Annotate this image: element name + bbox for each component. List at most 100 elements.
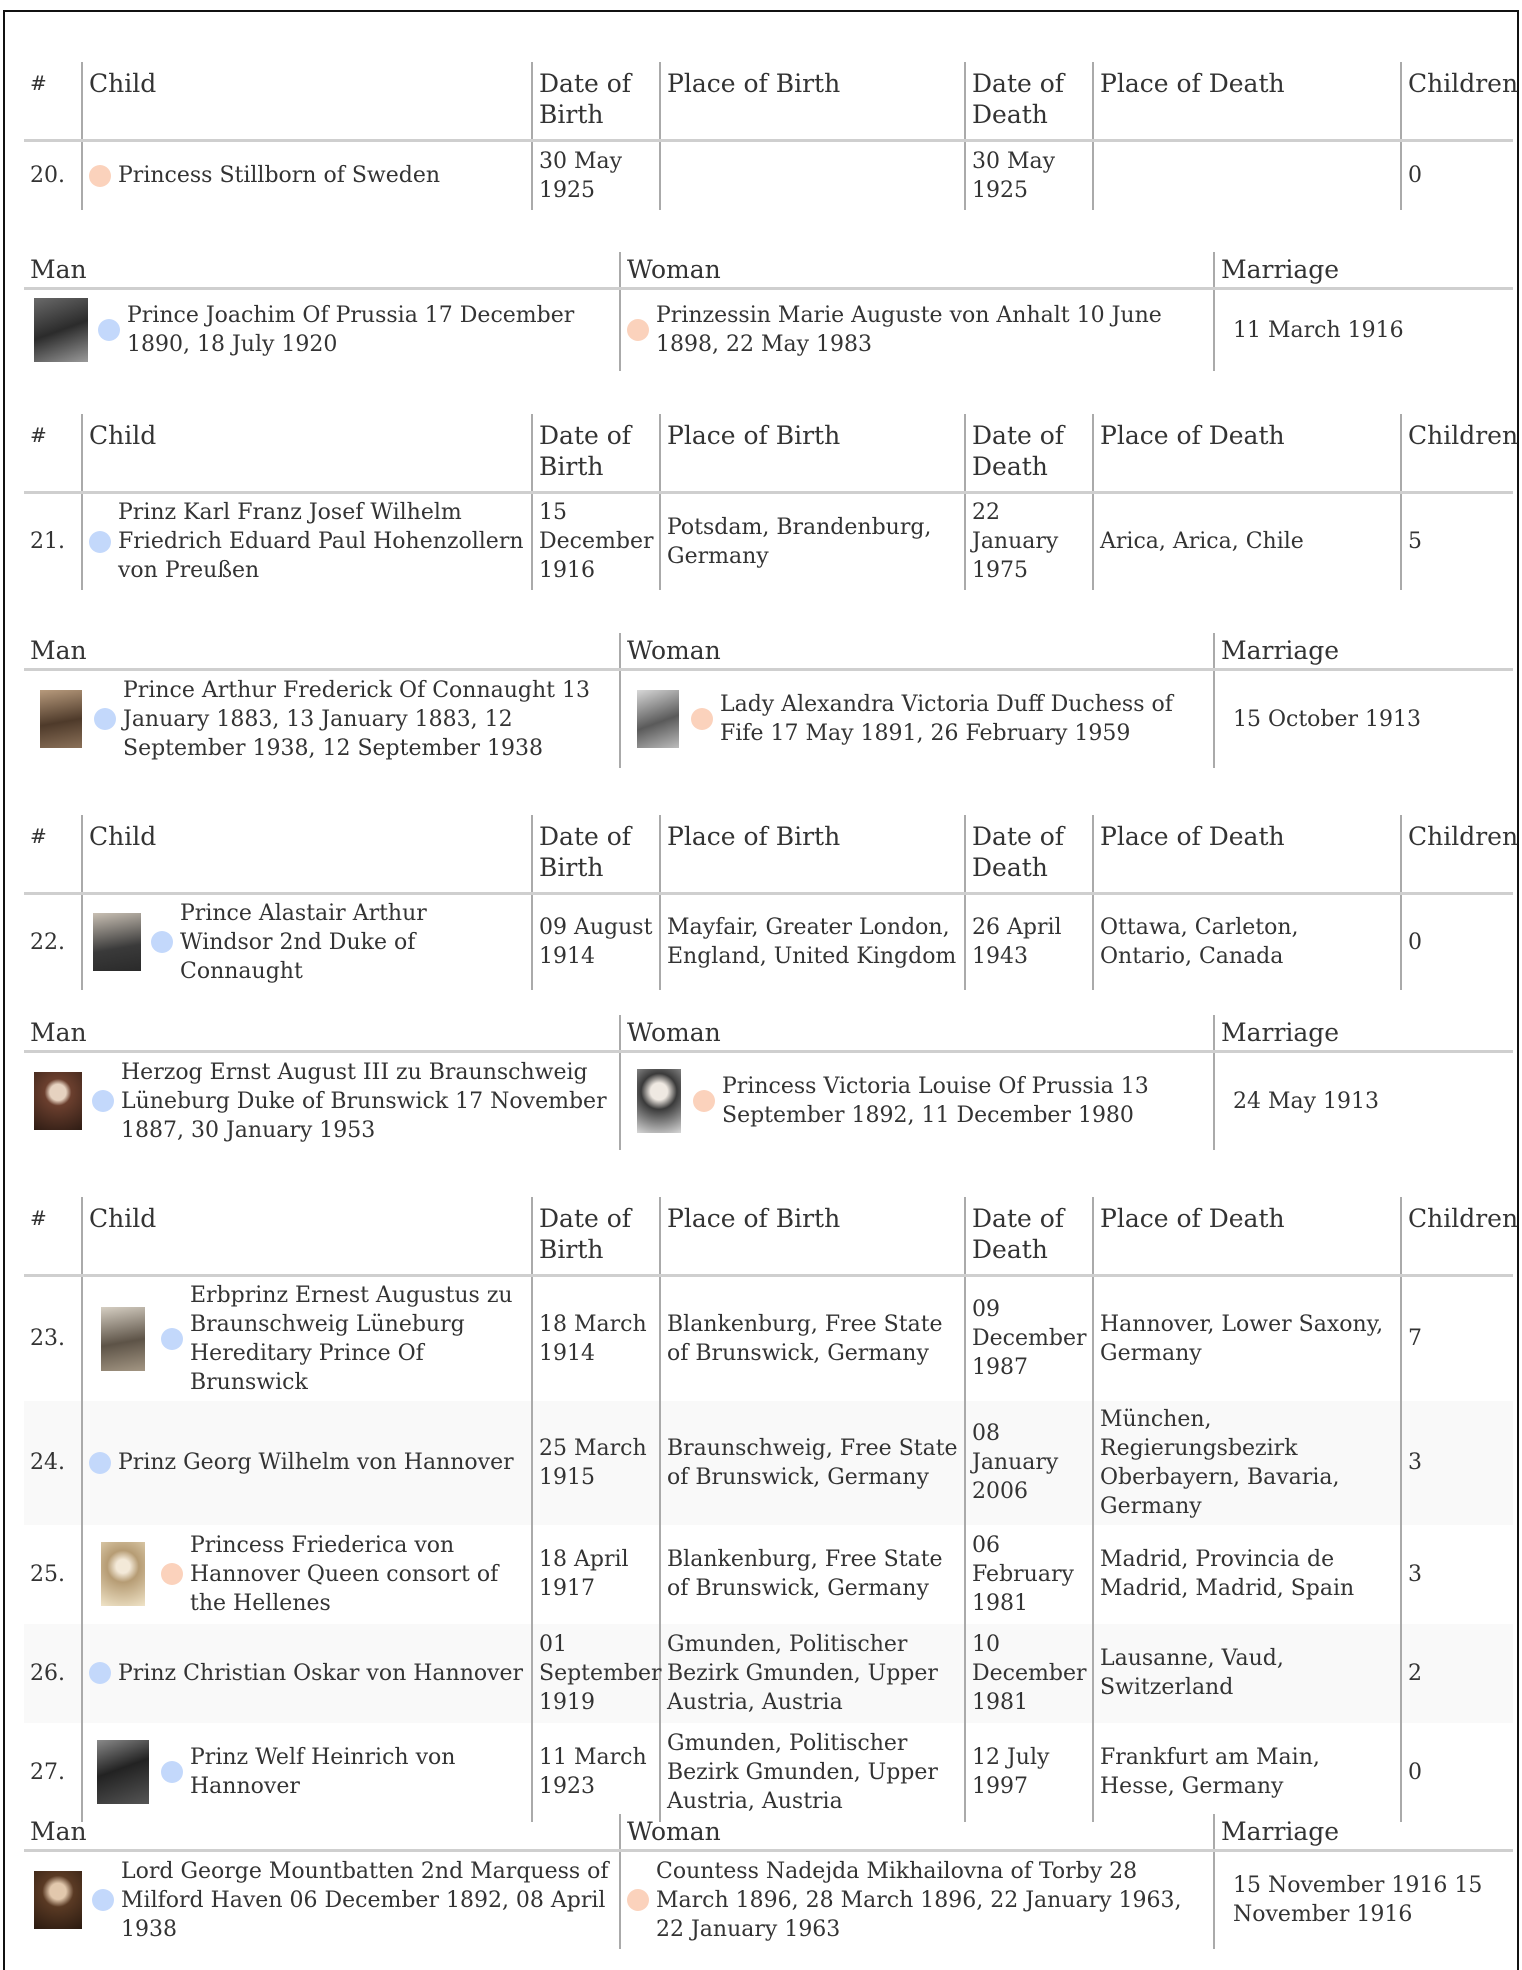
marriage-date: 24 May 1913 bbox=[1213, 1051, 1513, 1150]
table-row: 21. Prinz Karl Franz Josef Wilhelm Fried… bbox=[24, 492, 1513, 590]
woman-name-link[interactable]: Princess Victoria Louise Of Prussia 13 S… bbox=[722, 1072, 1207, 1130]
woman-name-link[interactable]: Prinzessin Marie Auguste von Anhalt 10 J… bbox=[656, 301, 1207, 359]
children-table: # Child Date of Birth Place of Birth Dat… bbox=[24, 1197, 1518, 1822]
header-woman: Woman bbox=[619, 1814, 1214, 1851]
portrait-photo[interactable] bbox=[101, 1306, 145, 1371]
date-of-death: 22 January 1975 bbox=[964, 492, 1093, 590]
date-of-death: 12 July 1997 bbox=[964, 1722, 1093, 1822]
woman-name-link[interactable]: Lady Alexandra Victoria Duff Duchess of … bbox=[720, 690, 1207, 748]
portrait-photo[interactable] bbox=[40, 690, 82, 749]
table-row: 20. Princess Stillborn of Sweden 30 May … bbox=[24, 140, 1513, 210]
header-child: Child bbox=[81, 815, 532, 893]
header-man: Man bbox=[30, 636, 87, 665]
children-count: 5 bbox=[1400, 492, 1513, 590]
female-icon bbox=[691, 708, 713, 731]
child-name-link[interactable]: Prinz Georg Wilhelm von Hannover bbox=[118, 1448, 514, 1477]
date-of-birth: 09 August 1914 bbox=[531, 893, 660, 990]
header-woman: Woman bbox=[619, 252, 1214, 289]
child-name-link[interactable]: Princess Stillborn of Sweden bbox=[118, 161, 440, 190]
date-of-death: 09 December 1987 bbox=[964, 1275, 1093, 1401]
table-row: 27. Prinz Welf Heinrich von Hannover 11 … bbox=[24, 1722, 1513, 1822]
row-number: 22. bbox=[30, 929, 65, 955]
header-man: Man bbox=[30, 1018, 87, 1047]
table-header-row: Man Woman Marriage bbox=[24, 633, 1513, 670]
table-row: Prince Joachim Of Prussia 17 December 18… bbox=[24, 288, 1513, 371]
children-table: # Child Date of Birth Place of Birth Dat… bbox=[24, 62, 1518, 210]
place-of-death: Arica, Arica, Chile bbox=[1092, 492, 1401, 590]
couple-table: Man Woman Marriage Prince Arthur Frederi… bbox=[24, 633, 1513, 768]
male-icon bbox=[89, 1662, 111, 1684]
portrait-photo[interactable] bbox=[93, 913, 141, 971]
header-man: Man bbox=[30, 255, 87, 284]
table-header-row: Man Woman Marriage bbox=[24, 252, 1513, 289]
table-header-row: # Child Date of Birth Place of Birth Dat… bbox=[24, 1197, 1518, 1275]
children-table: # Child Date of Birth Place of Birth Dat… bbox=[24, 414, 1518, 590]
table-row: 23. Erbprinz Ernest Augustus zu Braunsch… bbox=[24, 1275, 1513, 1401]
man-cell: Lord George Mountbatten 2nd Marquess of … bbox=[24, 1851, 620, 1949]
portrait-photo[interactable] bbox=[34, 298, 88, 363]
child-name-link[interactable]: Prinz Karl Franz Josef Wilhelm Friedrich… bbox=[118, 498, 525, 585]
portrait-photo[interactable] bbox=[34, 1871, 82, 1930]
man-name-link[interactable]: Herzog Ernst August III zu Braunschweig … bbox=[121, 1058, 613, 1145]
man-name-link[interactable]: Prince Joachim Of Prussia 17 December 18… bbox=[127, 301, 613, 359]
table-header-row: Man Woman Marriage bbox=[24, 1814, 1513, 1851]
table-header-row: Man Woman Marriage bbox=[24, 1015, 1513, 1052]
woman-name-link[interactable]: Countess Nadejda Mikhailovna of Torby 28… bbox=[656, 1857, 1207, 1944]
child-cell: Princess Stillborn of Sweden bbox=[81, 140, 532, 210]
date-of-death: 08 January 2006 bbox=[964, 1400, 1093, 1525]
child-name-link[interactable]: Prince Alastair Arthur Windsor 2nd Duke … bbox=[180, 899, 525, 986]
place-of-death: Frankfurt am Main, Hesse, Germany bbox=[1092, 1722, 1401, 1822]
woman-cell: Princess Victoria Louise Of Prussia 13 S… bbox=[619, 1051, 1214, 1150]
row-number: 23. bbox=[30, 1326, 65, 1351]
children-count: 0 bbox=[1400, 893, 1513, 990]
row-number: 24. bbox=[30, 1450, 65, 1475]
portrait-photo[interactable] bbox=[101, 1542, 145, 1606]
child-name-link[interactable]: Princess Friederica von Hannover Queen c… bbox=[190, 1531, 525, 1618]
couple-table: Man Woman Marriage Herzog Ernst August I… bbox=[24, 1015, 1513, 1150]
row-number: 26. bbox=[30, 1660, 65, 1686]
header-place-of-birth: Place of Birth bbox=[659, 815, 965, 893]
table-row: 25. Princess Friederica von Hannover Que… bbox=[24, 1524, 1513, 1624]
child-cell: Prince Alastair Arthur Windsor 2nd Duke … bbox=[81, 893, 532, 990]
header-place-of-death: Place of Death bbox=[1092, 815, 1401, 893]
date-of-birth: 15 December 1916 bbox=[531, 492, 660, 590]
date-of-birth: 18 March 1914 bbox=[531, 1275, 660, 1401]
header-marriage: Marriage bbox=[1213, 1814, 1513, 1851]
date-of-birth: 30 May 1925 bbox=[531, 140, 660, 210]
female-icon bbox=[161, 1563, 183, 1585]
header-children: Children bbox=[1400, 62, 1518, 140]
man-name-link[interactable]: Lord George Mountbatten 2nd Marquess of … bbox=[121, 1857, 613, 1944]
female-icon bbox=[627, 1889, 649, 1912]
child-cell: Prinz Karl Franz Josef Wilhelm Friedrich… bbox=[81, 492, 532, 590]
male-icon bbox=[161, 1327, 183, 1350]
woman-cell: Prinzessin Marie Auguste von Anhalt 10 J… bbox=[619, 288, 1214, 371]
children-count: 0 bbox=[1400, 140, 1513, 210]
portrait-photo[interactable] bbox=[637, 1069, 681, 1134]
portrait-photo[interactable] bbox=[34, 1072, 82, 1131]
header-date-of-birth: Date of Birth bbox=[531, 1197, 660, 1275]
place-of-death bbox=[1092, 140, 1401, 210]
header-date-of-death: Date of Death bbox=[964, 815, 1093, 893]
place-of-birth: Braunschweig, Free State of Brunswick, G… bbox=[659, 1400, 965, 1525]
man-cell: Prince Arthur Frederick Of Connaught 13 … bbox=[24, 670, 620, 768]
child-name-link[interactable]: Erbprinz Ernest Augustus zu Braunschweig… bbox=[190, 1281, 525, 1397]
header-marriage: Marriage bbox=[1213, 252, 1513, 289]
header-man: Man bbox=[30, 1817, 87, 1846]
header-place-of-birth: Place of Birth bbox=[659, 62, 965, 140]
date-of-birth: 25 March 1915 bbox=[531, 1400, 660, 1525]
header-place-of-birth: Place of Birth bbox=[659, 414, 965, 492]
male-icon bbox=[92, 1889, 114, 1912]
portrait-photo[interactable] bbox=[97, 1740, 149, 1804]
child-name-link[interactable]: Prinz Christian Oskar von Hannover bbox=[118, 1659, 523, 1688]
table-row: Prince Arthur Frederick Of Connaught 13 … bbox=[24, 669, 1513, 768]
place-of-birth bbox=[659, 140, 965, 210]
children-count: 3 bbox=[1400, 1524, 1513, 1624]
child-cell: Erbprinz Ernest Augustus zu Braunschweig… bbox=[81, 1275, 532, 1401]
place-of-death: Hannover, Lower Saxony, Germany bbox=[1092, 1275, 1401, 1401]
header-date-of-birth: Date of Birth bbox=[531, 414, 660, 492]
child-name-link[interactable]: Prinz Welf Heinrich von Hannover bbox=[190, 1743, 525, 1801]
female-icon bbox=[627, 319, 649, 342]
man-name-link[interactable]: Prince Arthur Frederick Of Connaught 13 … bbox=[123, 676, 613, 763]
portrait-photo[interactable] bbox=[637, 690, 679, 749]
header-place-of-death: Place of Death bbox=[1092, 62, 1401, 140]
